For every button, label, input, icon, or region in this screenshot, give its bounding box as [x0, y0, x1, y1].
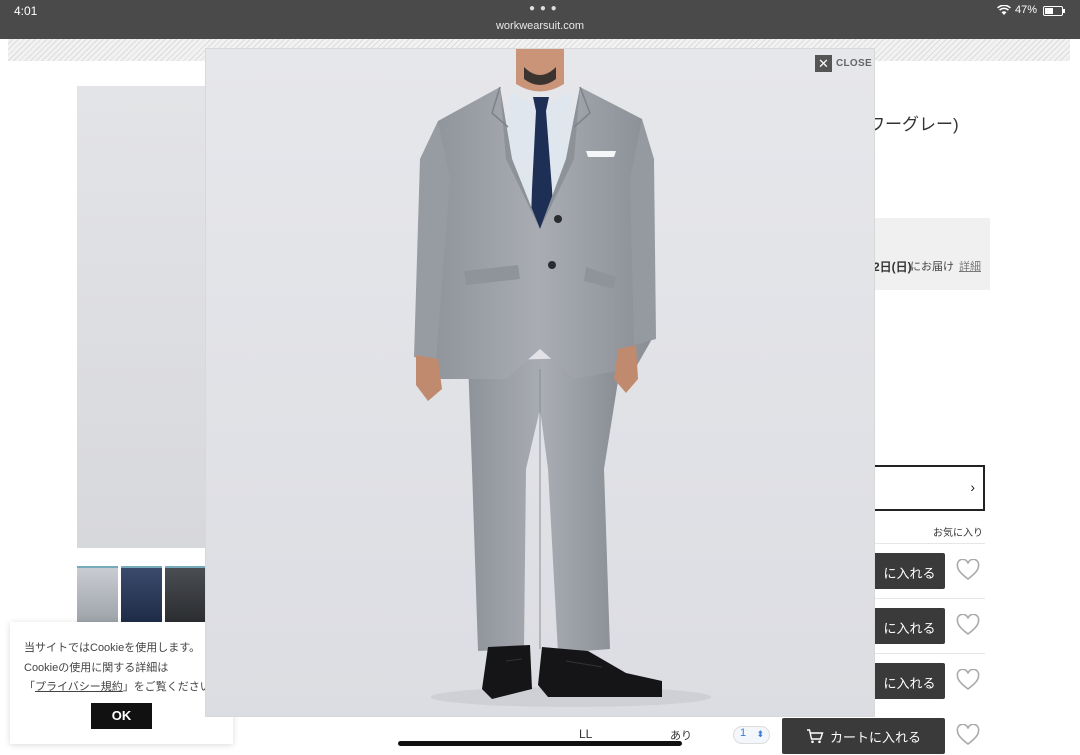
home-indicator[interactable]	[398, 741, 682, 746]
delivery-detail-link[interactable]: 詳細	[959, 258, 981, 274]
delivery-info-box	[870, 218, 990, 290]
delivery-text: にお届け	[910, 261, 954, 273]
battery-percent: 47%	[1015, 4, 1038, 16]
heart-icon[interactable]	[956, 614, 980, 636]
thumbnail-charcoal[interactable]	[165, 566, 206, 622]
size-selector[interactable]: ›	[874, 465, 985, 511]
product-title: ワーグレー)	[868, 115, 959, 134]
status-bar: 4:01 ● ● ● workwearsuit.com 47%	[0, 0, 1080, 39]
heart-icon[interactable]	[956, 669, 980, 691]
cookie-text-line: Cookieの使用に関する詳細は	[24, 662, 169, 674]
close-label: CLOSE	[836, 57, 872, 69]
close-button[interactable]: ✕ CLOSE	[815, 54, 872, 72]
heart-icon[interactable]	[956, 559, 980, 581]
quantity-select[interactable]: 1 ⬍	[733, 726, 770, 744]
product-main-photo[interactable]	[77, 86, 207, 548]
size-label: LL	[579, 727, 593, 741]
heart-icon[interactable]	[956, 724, 980, 746]
quantity-value: 1	[740, 727, 747, 739]
updown-chevron-icon: ⬍	[756, 729, 764, 739]
suit-model-photo	[206, 49, 874, 716]
size-row-ll: LL あり 1 ⬍ カートに入れる	[400, 716, 1000, 755]
delivery-date: 2日(日)	[873, 260, 912, 274]
add-to-cart-button[interactable]: に入れる	[874, 663, 945, 699]
cart-icon	[806, 728, 824, 743]
wifi-icon	[997, 5, 1011, 15]
cookie-banner: 当サイトではCookieを使用します。 Cookieの使用に関する詳細は 「プラ…	[10, 622, 233, 744]
cookie-text-line: 当サイトではCookieを使用します。	[24, 642, 201, 654]
add-to-cart-button[interactable]: に入れる	[874, 553, 945, 589]
cookie-text-line: 「プライバシー規約」をご覧ください。	[24, 678, 222, 694]
size-row: に入れる	[874, 543, 985, 598]
thumbnail-gray[interactable]	[77, 566, 118, 622]
close-icon: ✕	[815, 54, 832, 72]
product-thumbnails	[77, 566, 207, 622]
favorite-column-header: お気に入り	[933, 528, 983, 539]
cookie-ok-button[interactable]: OK	[91, 703, 152, 729]
privacy-policy-link[interactable]: プライバシー規約	[35, 681, 123, 693]
thumbnail-navy[interactable]	[121, 566, 162, 622]
chevron-right-icon: ›	[970, 479, 975, 495]
cookie-bracket-open: 「	[24, 681, 35, 693]
size-row: に入れる	[874, 598, 985, 653]
status-time: 4:01	[14, 4, 38, 18]
image-lightbox: ✕ CLOSE	[205, 48, 875, 717]
size-row: に入れる	[874, 653, 985, 708]
add-to-cart-button[interactable]: カートに入れる	[782, 718, 945, 754]
add-to-cart-label: カートに入れる	[829, 729, 921, 745]
add-to-cart-button[interactable]: に入れる	[874, 608, 945, 644]
battery-icon	[1043, 6, 1065, 16]
more-dots-icon[interactable]: ● ● ●	[529, 3, 558, 14]
address-url[interactable]: workwearsuit.com	[0, 20, 1080, 32]
